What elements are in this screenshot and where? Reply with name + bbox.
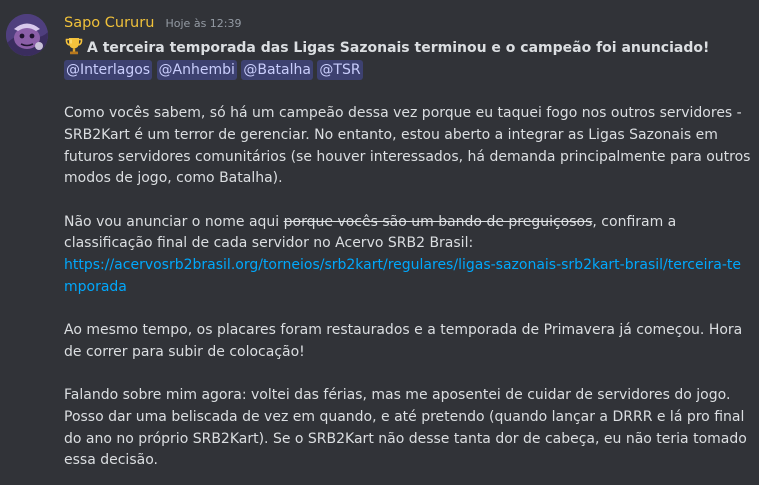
paragraph-servers: Como vocês sabem, só há um campeão dessa… — [64, 105, 751, 187]
strikethrough-text: porque vocês são um bando de preguiçosos — [283, 213, 593, 230]
timestamp[interactable]: Hoje às 12:39 — [166, 17, 242, 30]
avatar-image — [6, 14, 48, 56]
mention-batalha[interactable]: @Batalha — [241, 59, 313, 80]
message-header: Sapo Cururu Hoje às 12:39 — [64, 12, 242, 34]
user-avatar[interactable] — [6, 14, 48, 56]
announcement-title-line: A terceira temporada das Ligas Sazonais … — [64, 36, 754, 60]
classification-link[interactable]: https://acervosrb2brasil.org/torneios/sr… — [64, 257, 741, 295]
announcement-title: A terceira temporada das Ligas Sazonais … — [87, 40, 710, 56]
chat-message: Sapo Cururu Hoje às 12:39 A terceira tem… — [0, 0, 759, 485]
message-content: A terceira temporada das Ligas Sazonais … — [64, 36, 754, 472]
paragraph-classification: Não vou anunciar o nome aqui porque você… — [64, 212, 754, 299]
trophy-icon — [64, 36, 84, 56]
role-mentions: @Interlagos @Anhembi @Batalha @TSR — [64, 59, 754, 82]
username[interactable]: Sapo Cururu — [64, 15, 154, 31]
mention-tsr[interactable]: @TSR — [317, 59, 363, 80]
mention-anhembi[interactable]: @Anhembi — [156, 59, 237, 80]
paragraph-text-start: Não vou anunciar o nome aqui — [64, 213, 284, 230]
mention-interlagos[interactable]: @Interlagos — [64, 59, 153, 80]
paragraph-scoreboards: Ao mesmo tempo, os placares foram restau… — [64, 322, 743, 360]
paragraph-personal: Falando sobre mim agora: voltei das féri… — [64, 387, 747, 469]
